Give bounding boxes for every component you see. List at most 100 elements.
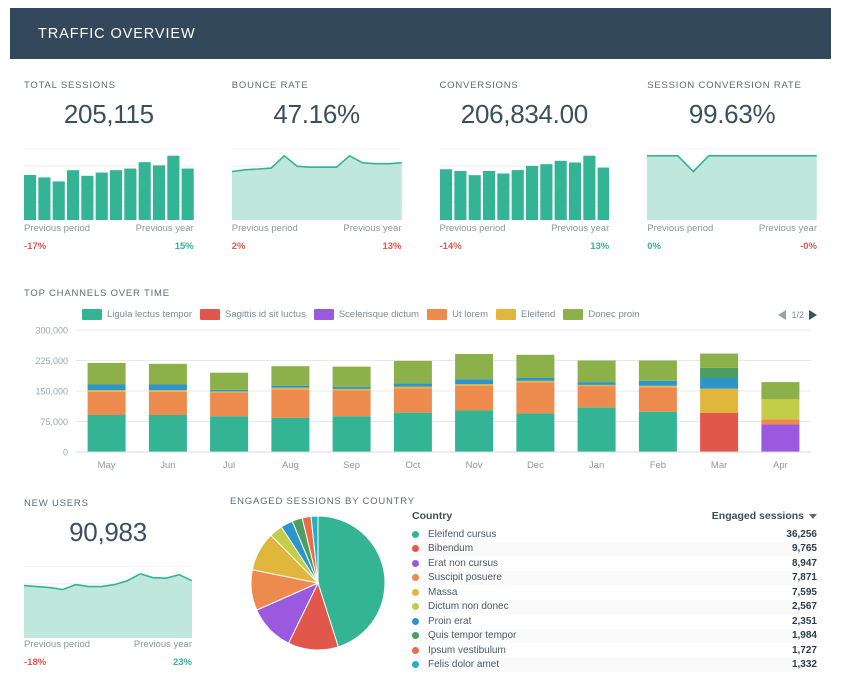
kpi-card-conversions[interactable]: CONVERSIONS 206,834.00 Previous period P… [426, 66, 624, 266]
row-country-name: Ipsum vestibulum [428, 645, 506, 656]
prev-period-label: Previous period [647, 223, 713, 234]
table-row[interactable]: Bibendum 9,765 [412, 542, 817, 557]
svg-text:Apr: Apr [773, 460, 788, 471]
next-page-icon[interactable] [809, 310, 817, 320]
legend-item[interactable]: Sagittis id sit luctus [200, 309, 306, 320]
kpi-card-total-sessions[interactable]: TOTAL SESSIONS 205,115 Previous period P… [10, 66, 208, 266]
sparkline-bar-chart [24, 148, 194, 220]
kpi-value: 205,115 [24, 99, 194, 130]
row-country-name: Bibendum [428, 543, 473, 554]
table-row[interactable]: Felis dolor amet 1,332 [412, 658, 817, 673]
kpi-comparison-labels: Previous period Previous year [232, 223, 402, 234]
svg-text:Sep: Sep [343, 460, 360, 471]
kpi-deltas: 2% 13% [232, 241, 402, 252]
dashboard-header: TRAFFIC OVERVIEW [10, 8, 831, 59]
table-row[interactable]: Dictum non donec2,567 [412, 600, 817, 615]
legend-dot-icon [412, 560, 419, 567]
prev-year-label: Previous year [134, 639, 192, 650]
table-row[interactable]: Ipsum vestibulum 1,727 [412, 643, 817, 658]
legend-dot-icon [412, 661, 419, 668]
page-title: TRAFFIC OVERVIEW [10, 26, 196, 42]
prev-period-label: Previous period [232, 223, 298, 234]
row-sessions-value: 7,871 [792, 572, 817, 583]
kpi-label: CONVERSIONS [440, 80, 610, 91]
legend-dot-icon [412, 574, 419, 581]
row-sessions-value: 1,984 [792, 630, 817, 641]
table-row[interactable]: Proin erat2,351 [412, 614, 817, 629]
kpi-card-bounce-rate[interactable]: BOUNCE RATE 47.16% Previous period Previ… [218, 66, 416, 266]
country-table: Country Engaged sessions Eleifend cursus… [406, 496, 817, 682]
column-header-sessions[interactable]: Engaged sessions [712, 510, 817, 522]
legend-dot-icon [412, 545, 419, 552]
row-sessions-value: 7,595 [792, 587, 817, 598]
prev-year-delta: 13% [382, 241, 401, 252]
kpi-value: 206,834.00 [440, 99, 610, 130]
row-sessions-value: 36,256 [786, 529, 817, 540]
column-header-sessions-label: Engaged sessions [712, 510, 804, 522]
row-sessions-value: 1,332 [792, 659, 817, 670]
legend-swatch [200, 309, 220, 320]
svg-text:Jun: Jun [160, 460, 175, 471]
kpi-comparison-labels: Previous period Previous year [24, 223, 194, 234]
prev-year-label: Previous year [136, 223, 194, 234]
kpi-label: TOTAL SESSIONS [24, 80, 194, 91]
legend-label: Sagittis id sit luctus [225, 309, 306, 320]
kpi-value: 90,983 [24, 517, 192, 548]
table-row[interactable]: Eleifend cursus36,256 [412, 527, 817, 542]
legend-item[interactable]: Scelerisque dictum [314, 309, 419, 320]
prev-year-delta: 15% [175, 241, 194, 252]
table-row[interactable]: Massa 7,595 [412, 585, 817, 600]
legend-label: Ut lorem [452, 309, 488, 320]
prev-page-icon[interactable] [778, 310, 786, 320]
row-country-name: Felis dolor amet [428, 659, 499, 670]
table-row[interactable]: Erat non cursus8,947 [412, 556, 817, 571]
row-country-name: Quis tempor tempor [428, 630, 516, 641]
prev-period-delta: -14% [440, 241, 462, 252]
legend-swatch [314, 309, 334, 320]
row-sessions-value: 2,567 [792, 601, 817, 612]
prev-period-label: Previous period [24, 639, 90, 650]
legend-item[interactable]: Eleifend [496, 309, 555, 320]
legend-swatch [427, 309, 447, 320]
table-header: Country Engaged sessions [412, 510, 817, 527]
legend-swatch [496, 309, 516, 320]
row-sessions-value: 1,727 [792, 645, 817, 656]
legend-label: Donec proin [588, 309, 639, 320]
legend-pager[interactable]: 1/2 [778, 310, 817, 320]
prev-year-delta: -0% [800, 241, 817, 252]
kpi-card-session-conversion-rate[interactable]: SESSION CONVERSION RATE 99.63% Previous … [633, 66, 831, 266]
legend-item[interactable]: Ligula lectus tempor [82, 309, 192, 320]
row-country-name: Massa [428, 587, 457, 598]
column-header-country[interactable]: Country [412, 510, 452, 522]
legend-dot-icon [412, 647, 419, 654]
legend-dot-icon [412, 531, 419, 538]
row-sessions-value: 9,765 [792, 543, 817, 554]
kpi-deltas: -18% 23% [24, 657, 192, 668]
svg-text:Jan: Jan [589, 460, 604, 471]
stacked-bar-chart: 075,000150,000225,000300,000MayJunJulAug… [24, 326, 817, 474]
svg-text:300,000: 300,000 [35, 326, 68, 336]
prev-period-label: Previous period [440, 223, 506, 234]
kpi-comparison-labels: Previous period Previous year [440, 223, 610, 234]
legend-item[interactable]: Donec proin [563, 309, 639, 320]
kpi-comparison-labels: Previous period Previous year [24, 639, 192, 650]
prev-year-label: Previous year [551, 223, 609, 234]
prev-period-label: Previous period [24, 223, 90, 234]
svg-text:Dec: Dec [527, 460, 544, 471]
legend-item[interactable]: Ut lorem [427, 309, 488, 320]
kpi-card-new-users[interactable]: NEW USERS 90,983 Previous period Previou… [10, 484, 206, 682]
kpi-deltas: -14% 13% [440, 241, 610, 252]
kpi-row: TOTAL SESSIONS 205,115 Previous period P… [10, 66, 831, 266]
table-row[interactable]: Suscipit posuere7,871 [412, 571, 817, 586]
table-row[interactable]: Quis tempor tempor 1,984 [412, 629, 817, 644]
kpi-value: 99.63% [647, 99, 817, 130]
prev-period-delta: 2% [232, 241, 246, 252]
prev-period-delta: -18% [24, 657, 46, 668]
chart-legend: Ligula lectus tempor Sagittis id sit luct… [24, 309, 817, 320]
legend-swatch [563, 309, 583, 320]
legend-label: Eleifend [521, 309, 555, 320]
svg-text:75,000: 75,000 [40, 417, 68, 427]
section-title-channels: TOP CHANNELS OVER TIME [24, 288, 817, 299]
sparkline-bar-chart [440, 148, 610, 220]
pie-chart [230, 496, 406, 682]
